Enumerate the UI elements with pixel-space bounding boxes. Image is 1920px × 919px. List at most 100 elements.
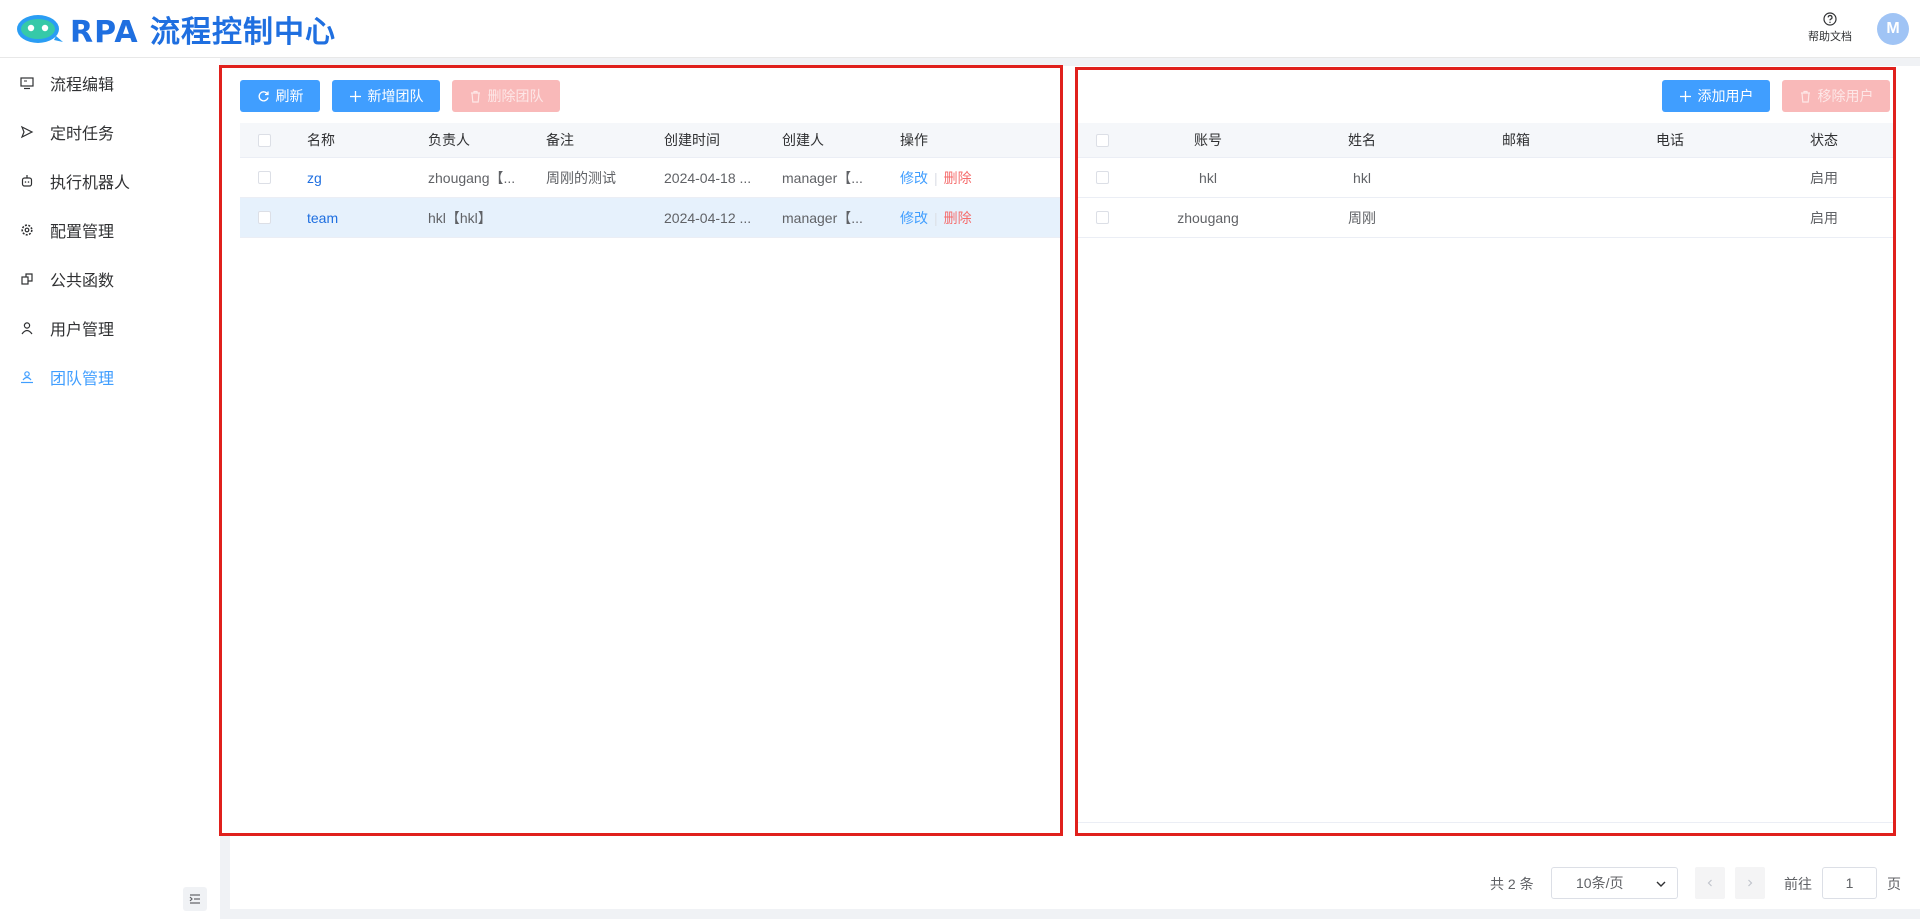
pagination-total: 共 2 条 [1490,876,1534,892]
sidebar-item-label: 流程编辑 [50,76,115,94]
delete-link[interactable]: 删除 [944,208,972,228]
column-header-name: 名称 [307,132,335,148]
table-row[interactable]: zhougang 周刚 启用 [1078,198,1893,238]
sidebar-item-label: 配置管理 [50,223,115,241]
row-actions: 修改 | 删除 [900,158,1020,197]
user-icon [21,321,33,334]
plus-icon [349,90,361,102]
row-checkbox-cell [1078,158,1126,197]
team-creator: manager【... [782,169,863,186]
sidebar-item-public-functions[interactable]: 公共函数 [0,254,220,303]
user-account: hkl [1199,169,1217,186]
team-name[interactable]: team [307,198,407,237]
delete-team-button[interactable]: 删除团队 [452,80,560,112]
remove-user-button[interactable]: 移除用户 [1782,80,1890,112]
team-created: 2024-04-12 ... [664,209,752,226]
team-name[interactable]: zg [307,158,407,197]
team-icon [21,370,33,383]
column-header-phone: 电话 [1656,132,1684,148]
sidebar-collapse-button[interactable] [183,887,207,911]
delete-link[interactable]: 删除 [944,168,972,188]
copy-icon [21,272,33,285]
help-docs-label: 帮助文档 [1808,31,1852,43]
user-name: hkl [1353,169,1371,186]
sidebar-item-config[interactable]: 配置管理 [0,205,220,254]
action-separator: | [934,209,938,226]
app-logo[interactable]: RPA 流程控制中心 [16,10,336,50]
table-row[interactable]: team hkl【hkl】 2024-04-12 ... manager【...… [240,198,1060,238]
sidebar-item-users[interactable]: 用户管理 [0,303,220,352]
column-header-status: 状态 [1810,132,1838,148]
table-scroll-divider [1078,822,1893,823]
edit-link[interactable]: 修改 [900,168,928,188]
sidebar-item-label: 团队管理 [50,370,115,388]
row-checkbox-cell [240,158,288,197]
row-checkbox-cell [240,198,288,237]
select-all-checkbox[interactable] [257,133,271,147]
app-title: RPA 流程控制中心 [70,15,336,50]
column-header-creator: 创建人 [782,132,824,148]
user-name: 周刚 [1348,209,1376,226]
user-phone [1600,158,1740,197]
column-header-actions: 操作 [900,132,928,148]
sidebar-item-scheduled-tasks[interactable]: 定时任务 [0,107,220,156]
send-icon [20,125,34,138]
users-table-header: 账号 姓名 邮箱 电话 状态 [1078,123,1893,158]
sidebar-item-label: 执行机器人 [50,174,131,192]
column-header-created: 创建时间 [664,132,720,148]
user-account: zhougang [1177,209,1239,226]
row-checkbox[interactable] [257,211,271,224]
page-unit-label: 页 [1887,876,1901,892]
prev-page-button[interactable] [1695,867,1725,899]
table-row[interactable]: zg zhougang【... 周刚的测试 2024-04-18 ... man… [240,158,1060,198]
refresh-button[interactable]: 刷新 [240,80,320,112]
question-circle-icon [1823,12,1837,26]
select-all-checkbox-cell[interactable] [1078,123,1126,157]
user-email [1446,198,1586,237]
team-owner: zhougang【... [428,169,516,186]
column-header-email: 邮箱 [1502,132,1530,148]
goto-page-input[interactable]: 1 [1822,867,1877,899]
trash-icon [470,90,480,103]
sidebar-item-process-edit[interactable]: 流程编辑 [0,58,220,107]
team-remark: 周刚的测试 [546,169,616,186]
edit-link[interactable]: 修改 [900,208,928,228]
page-size-select[interactable]: 10条/页 [1551,867,1678,899]
chevron-right-icon [1748,879,1753,887]
column-header-remark: 备注 [546,132,574,148]
row-checkbox[interactable] [1095,171,1109,184]
collapse-menu-icon [189,894,200,904]
user-avatar[interactable]: M [1877,13,1909,45]
top-header: RPA 流程控制中心 帮助文档 M [0,0,1920,58]
robot-logo-icon [17,15,63,43]
row-checkbox[interactable] [257,171,271,184]
team-table-header: 名称 负责人 备注 创建时间 创建人 操作 [240,123,1060,158]
team-remark [546,198,646,237]
chevron-left-icon [1707,879,1712,887]
row-checkbox[interactable] [1095,211,1109,224]
sidebar-item-teams[interactable]: 团队管理 [0,352,220,401]
select-all-checkbox-cell[interactable] [240,123,288,157]
sidebar-item-robots[interactable]: 执行机器人 [0,156,220,205]
column-header-account: 账号 [1194,132,1222,148]
refresh-icon [258,90,269,101]
row-actions: 修改 | 删除 [900,198,1020,237]
sidebar: 流程编辑 定时任务 执行机器人 配置管理 公共函数 用户管理 团队管理 [0,58,220,919]
help-docs-link[interactable]: 帮助文档 [1800,12,1860,44]
chevron-down-icon [1656,881,1666,887]
plus-icon [1679,90,1691,102]
add-user-button[interactable]: 添加用户 [1662,80,1770,112]
column-header-owner: 负责人 [428,132,470,148]
add-team-button[interactable]: 新增团队 [332,80,440,112]
goto-label: 前往 [1784,876,1812,892]
column-header-user-name: 姓名 [1348,132,1376,148]
select-all-checkbox[interactable] [1095,133,1109,147]
next-page-button[interactable] [1735,867,1765,899]
table-row[interactable]: hkl hkl 启用 [1078,158,1893,198]
team-created: 2024-04-18 ... [664,169,752,186]
team-creator: manager【... [782,209,863,226]
sidebar-item-label: 定时任务 [50,125,115,143]
robot-icon [21,174,33,187]
sidebar-item-label: 公共函数 [50,272,115,290]
monitor-icon [20,76,34,89]
